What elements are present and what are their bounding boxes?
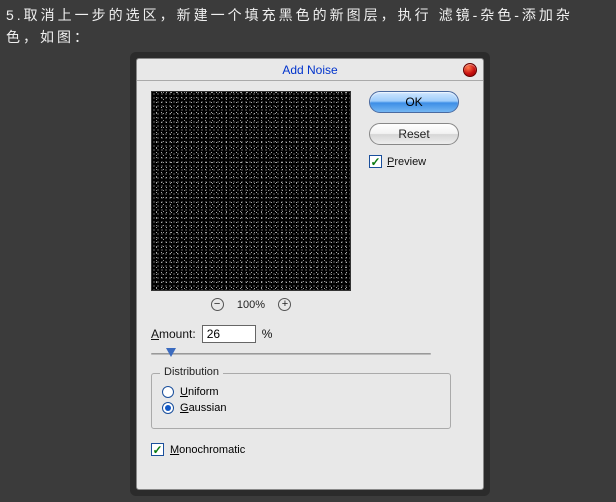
monochromatic-row[interactable]: ✓ Monochromatic [151, 443, 471, 456]
radio-uniform[interactable]: Uniform [162, 386, 440, 398]
preview-label: Preview [387, 156, 426, 168]
dialog-body: − 100% + OK Reset ✓ Preview Amount: % [137, 81, 483, 466]
noise-texture [152, 92, 350, 290]
amount-unit: % [262, 327, 273, 341]
monochromatic-label: Monochromatic [170, 444, 245, 456]
dialog-title: Add Noise [282, 63, 337, 77]
zoom-out-button[interactable]: − [211, 298, 224, 311]
right-column: OK Reset ✓ Preview [369, 91, 469, 168]
close-button[interactable] [463, 63, 477, 77]
zoom-in-button[interactable]: + [278, 298, 291, 311]
zoom-percent: 100% [237, 299, 265, 311]
slider-track [151, 353, 431, 355]
amount-slider[interactable] [151, 347, 431, 361]
radio-uniform-label: Uniform [180, 386, 219, 398]
preview-checkbox-row[interactable]: ✓ Preview [369, 155, 469, 168]
reset-button[interactable]: Reset [369, 123, 459, 145]
instruction-text: 5.取消上一步的选区，新建一个填充黑色的新图层，执行 滤镜-杂色-添加杂色，如图… [0, 0, 616, 49]
titlebar: Add Noise [137, 59, 483, 81]
radio-gaussian-input[interactable] [162, 402, 174, 414]
radio-uniform-input[interactable] [162, 386, 174, 398]
distribution-legend: Distribution [160, 366, 223, 378]
amount-label: Amount: [151, 327, 196, 341]
amount-input[interactable] [202, 325, 256, 343]
radio-gaussian-label: Gaussian [180, 402, 226, 414]
ok-button[interactable]: OK [369, 91, 459, 113]
radio-gaussian[interactable]: Gaussian [162, 402, 440, 414]
add-noise-dialog: Add Noise − 100% + OK Reset ✓ Preview [136, 58, 484, 490]
distribution-fieldset: Distribution Uniform Gaussian [151, 373, 451, 429]
zoom-controls: − 100% + [151, 297, 351, 311]
monochromatic-checkbox[interactable]: ✓ [151, 443, 164, 456]
slider-thumb[interactable] [166, 348, 176, 357]
amount-row: Amount: % [151, 325, 471, 343]
noise-preview [151, 91, 351, 291]
dialog-frame: Add Noise − 100% + OK Reset ✓ Preview [130, 52, 490, 496]
preview-checkbox[interactable]: ✓ [369, 155, 382, 168]
